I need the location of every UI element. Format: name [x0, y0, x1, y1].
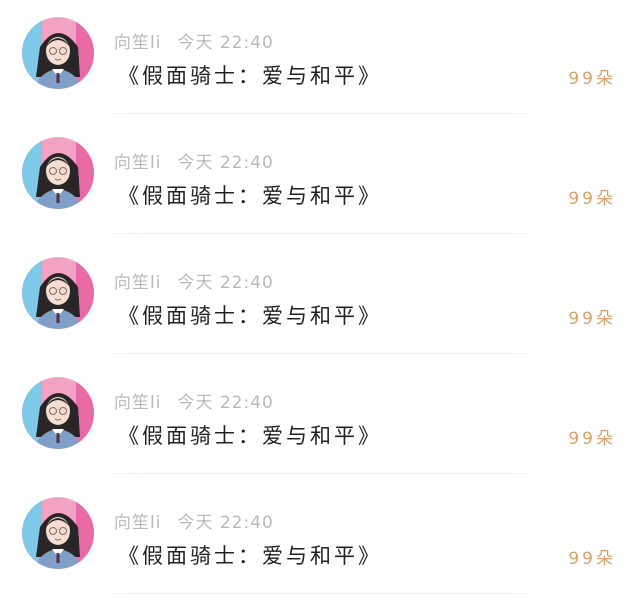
list-item[interactable]: 向笙li 今天 22:40 《假面骑士：爱与和平》 99朵 [0, 240, 640, 360]
sender-name[interactable]: 向笙li [114, 273, 161, 293]
user-avatar-icon [22, 137, 94, 209]
timestamp: 今天 22:40 [177, 393, 274, 413]
avatar[interactable] [22, 17, 94, 89]
list-item[interactable]: 向笙li 今天 22:40 《假面骑士：爱与和平》 99朵 [0, 0, 640, 120]
message-title: 《假面骑士：爱与和平》 [118, 304, 382, 328]
message-meta: 向笙li 今天 22:40 [114, 148, 274, 173]
message-meta: 向笙li 今天 22:40 [114, 388, 274, 413]
gift-count: 99朵 [568, 69, 616, 89]
timestamp: 今天 22:40 [177, 33, 274, 53]
sender-name[interactable]: 向笙li [114, 153, 161, 173]
divider [85, 353, 555, 354]
message-list: 向笙li 今天 22:40 《假面骑士：爱与和平》 99朵 向笙li 今天 22… [0, 0, 640, 597]
list-item[interactable]: 向笙li 今天 22:40 《假面骑士：爱与和平》 99朵 [0, 120, 640, 240]
divider [85, 113, 555, 114]
message-meta: 向笙li 今天 22:40 [114, 268, 274, 293]
user-avatar-icon [22, 377, 94, 449]
avatar[interactable] [22, 377, 94, 449]
timestamp: 今天 22:40 [177, 273, 274, 293]
message-meta: 向笙li 今天 22:40 [114, 508, 274, 533]
user-avatar-icon [22, 497, 94, 569]
list-item[interactable]: 向笙li 今天 22:40 《假面骑士：爱与和平》 99朵 [0, 360, 640, 480]
message-title: 《假面骑士：爱与和平》 [118, 424, 382, 448]
gift-count: 99朵 [568, 429, 616, 449]
divider [85, 473, 555, 474]
divider [85, 233, 555, 234]
user-avatar-icon [22, 257, 94, 329]
timestamp: 今天 22:40 [177, 153, 274, 173]
sender-name[interactable]: 向笙li [114, 393, 161, 413]
sender-name[interactable]: 向笙li [114, 513, 161, 533]
sender-name[interactable]: 向笙li [114, 33, 161, 53]
message-title: 《假面骑士：爱与和平》 [118, 544, 382, 568]
message-title: 《假面骑士：爱与和平》 [118, 64, 382, 88]
timestamp: 今天 22:40 [177, 513, 274, 533]
user-avatar-icon [22, 17, 94, 89]
avatar[interactable] [22, 497, 94, 569]
message-meta: 向笙li 今天 22:40 [114, 28, 274, 53]
gift-count: 99朵 [568, 549, 616, 569]
avatar[interactable] [22, 137, 94, 209]
gift-count: 99朵 [568, 309, 616, 329]
avatar[interactable] [22, 257, 94, 329]
message-title: 《假面骑士：爱与和平》 [118, 184, 382, 208]
list-item[interactable]: 向笙li 今天 22:40 《假面骑士：爱与和平》 99朵 [0, 480, 640, 600]
gift-count: 99朵 [568, 189, 616, 209]
divider [85, 593, 555, 594]
